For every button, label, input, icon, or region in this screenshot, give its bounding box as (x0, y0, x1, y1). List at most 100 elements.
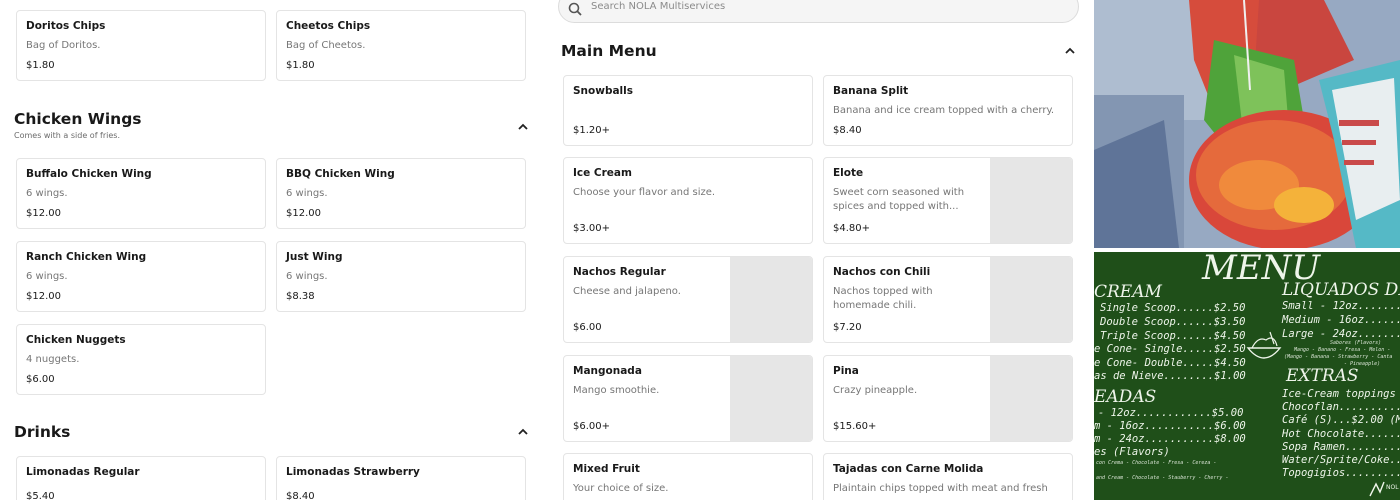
item-name: Banana Split (833, 85, 909, 97)
menu-item-card[interactable]: Ranch Chicken Wing 6 wings. $12.00 (16, 241, 266, 312)
store-photos-panel: MENU CREAM LIQUADOS DE Single Scoop.....… (1094, 0, 1400, 500)
item-price: $8.40 (286, 491, 315, 500)
item-name: Buffalo Chicken Wing (26, 168, 152, 180)
item-name: Doritos Chips (26, 20, 106, 32)
main-menu-column: Main Menu Snowballs $1.20+ Banana Split … (541, 0, 1094, 500)
chalkboard-line: Large - 24oz....... (1282, 328, 1400, 340)
item-name: Mangonada (573, 365, 642, 377)
item-description: Bag of Cheetos. (286, 40, 366, 51)
menu-item-card[interactable]: Doritos Chips Bag of Doritos. $1.80 (16, 10, 266, 81)
chalkboard-heading: EADAS (1094, 387, 1157, 407)
menu-item-card[interactable]: Mangonada Mango smoothie. $6.00+ (563, 355, 813, 442)
menu-item-card[interactable]: Limonadas Strawberry $8.40 (276, 456, 526, 500)
chalkboard-heading: EXTRAS (1286, 366, 1359, 386)
item-image-placeholder (730, 356, 812, 441)
item-description: Nachos topped with homemade chili. (833, 286, 933, 311)
chalkboard-line: Medium - 16oz...... (1282, 314, 1400, 326)
item-name: Nachos Regular (573, 266, 666, 278)
item-price: $15.60+ (833, 421, 877, 432)
item-price: $4.80+ (833, 223, 871, 234)
item-name: Pina (833, 365, 859, 377)
item-name: Cheetos Chips (286, 20, 371, 32)
item-price: $6.00+ (573, 421, 611, 432)
item-price: $7.20 (833, 322, 862, 333)
menu-item-card[interactable]: Elote Sweet corn seasoned with spices an… (823, 157, 1073, 244)
collapse-chevron-up-icon[interactable] (1063, 44, 1077, 58)
left-menu-column: Doritos Chips Bag of Doritos. $1.80 Chee… (0, 0, 541, 500)
section-title-main-menu: Main Menu (561, 42, 657, 60)
chalkboard-small-text: Mango - Banano - Fresa - Melon - (1294, 347, 1391, 353)
menu-item-card[interactable]: Pina Crazy pineapple. $15.60+ (823, 355, 1073, 442)
menu-item-card[interactable]: Buffalo Chicken Wing 6 wings. $12.00 (16, 158, 266, 229)
item-name: Ranch Chicken Wing (26, 251, 147, 263)
item-name: BBQ Chicken Wing (286, 168, 395, 180)
item-name: Snowballs (573, 85, 634, 97)
menu-item-card[interactable]: Just Wing 6 wings. $8.38 (276, 241, 526, 312)
item-name: Ice Cream (573, 167, 632, 179)
item-description: Plaintain chips topped with meat and fre… (833, 483, 1048, 494)
chalkboard-line: Double Scoop......$3.50 (1100, 316, 1246, 328)
menu-item-card[interactable]: Ice Cream Choose your flavor and size. $… (563, 157, 813, 244)
item-description: Bag of Doritos. (26, 40, 101, 51)
collapse-chevron-up-icon[interactable] (516, 425, 530, 439)
item-name: Just Wing (286, 251, 343, 263)
chalkboard-line: as de Nieve........$1.00 (1094, 370, 1246, 382)
menu-item-card[interactable]: Limonadas Regular $5.40 (16, 456, 266, 500)
item-image-placeholder (730, 257, 812, 342)
item-description: 6 wings. (26, 188, 68, 199)
chalkboard-line: e Cone- Single.....$2.50 (1094, 343, 1246, 355)
chalkboard-menu-photo[interactable]: MENU CREAM LIQUADOS DE Single Scoop.....… (1094, 252, 1400, 500)
item-name: Elote (833, 167, 864, 179)
item-price: $6.00 (26, 374, 55, 385)
item-price: $12.00 (26, 208, 61, 219)
search-icon (568, 1, 582, 16)
item-price: $12.00 (26, 291, 61, 302)
collapse-chevron-up-icon[interactable] (516, 120, 530, 134)
menu-item-card[interactable]: Nachos con Chili Nachos topped with home… (823, 256, 1073, 343)
item-image-placeholder (990, 356, 1072, 441)
menu-item-card[interactable]: Nachos Regular Cheese and jalapeno. $6.0… (563, 256, 813, 343)
chalkboard-small-text: (Mango - Banana - Strawberry - Canta (1284, 354, 1393, 360)
item-description: Cheese and jalapeno. (573, 286, 681, 297)
chalkboard-line: Ice-Cream toppings ( (1282, 388, 1400, 400)
menu-item-card[interactable]: Tajadas con Carne Molida Plaintain chips… (823, 453, 1073, 500)
chalkboard-line: Single Scoop......$2.50 (1100, 302, 1246, 314)
item-description: Your choice of size. (573, 483, 669, 494)
section-title-chicken-wings: Chicken Wings (14, 110, 142, 128)
item-price: $1.80 (26, 60, 55, 71)
bowl-drawing-icon (1244, 328, 1284, 368)
menu-item-card[interactable]: Cheetos Chips Bag of Cheetos. $1.80 (276, 10, 526, 81)
chalkboard-heading: CREAM (1094, 282, 1162, 302)
item-name: Mixed Fruit (573, 463, 640, 475)
item-description: Choose your flavor and size. (573, 187, 716, 198)
item-image-placeholder (990, 158, 1072, 243)
item-description: Banana and ice cream topped with a cherr… (833, 105, 1055, 116)
item-price: $1.20+ (573, 125, 611, 136)
chalkboard-line: m - 24oz...........$8.00 (1094, 433, 1246, 445)
chalkboard-line: - 12oz............$5.00 (1098, 407, 1244, 419)
chalkboard-line: Triple Scoop......$4.50 (1100, 330, 1246, 342)
item-description: 4 nuggets. (26, 354, 80, 365)
menu-item-card[interactable]: Mixed Fruit Your choice of size. (563, 453, 813, 500)
chalkboard-line: Hot Chocolate....... (1282, 428, 1400, 440)
chalkboard-heading: LIQUADOS DE (1282, 280, 1400, 300)
menu-item-card[interactable]: Snowballs $1.20+ (563, 75, 813, 146)
item-price: $5.40 (26, 491, 55, 500)
menu-item-card[interactable]: BBQ Chicken Wing 6 wings. $12.00 (276, 158, 526, 229)
menu-item-card[interactable]: Chicken Nuggets 4 nuggets. $6.00 (16, 324, 266, 395)
item-price: $1.80 (286, 60, 315, 71)
section-title-drinks: Drinks (14, 423, 71, 441)
search-input[interactable] (591, 0, 1061, 13)
chalkboard-line: m - 16oz...........$6.00 (1094, 420, 1246, 432)
section-subtitle: Comes with a side of fries. (14, 131, 121, 140)
item-name: Limonadas Strawberry (286, 466, 420, 478)
food-photo[interactable] (1094, 0, 1400, 248)
chalkboard-line: Small - 12oz....... (1282, 300, 1400, 312)
search-bar[interactable] (558, 0, 1079, 23)
chalkboard-small-text: and Cream - Chocolate - Stauberry - Cher… (1096, 475, 1229, 481)
chalkboard-small-text: Sabores (Flavors) (1330, 340, 1382, 346)
chalkboard-line: es (Flavors) (1094, 446, 1170, 458)
logo-text: NOL (1386, 484, 1399, 491)
chalkboard-line: Sopa Ramen......... (1282, 441, 1400, 453)
menu-item-card[interactable]: Banana Split Banana and ice cream topped… (823, 75, 1073, 146)
